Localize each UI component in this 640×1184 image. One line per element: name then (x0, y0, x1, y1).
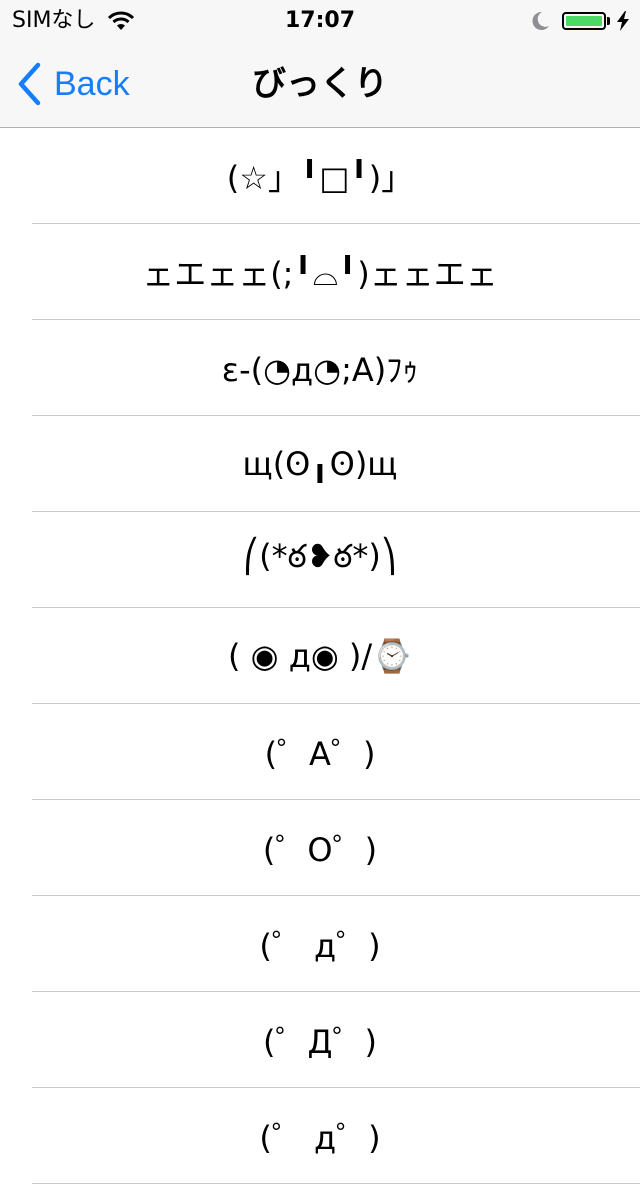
navigation-bar: Back びっくり (0, 40, 640, 128)
battery-icon (562, 12, 606, 30)
charging-bolt-icon (617, 11, 629, 31)
list-item-text: (゜Д゜) (263, 1023, 377, 1061)
list-item[interactable]: ェエェェ(;╹⌓╹)ェェエェ (0, 224, 640, 320)
list-item[interactable]: (゜Д゜) (0, 992, 640, 1088)
emoticon-list: (☆」╹□╹)」 ェエェェ(;╹⌓╹)ェェエェ ε-(◔д◔;A)ﾌｩ щ(ʘ╻… (0, 128, 640, 1184)
list-item[interactable]: ( ◉ д◉ )/⌚ (0, 608, 640, 704)
list-item[interactable]: (☆」╹□╹)」 (0, 128, 640, 224)
list-item[interactable]: щ(ʘ╻ʘ)щ (0, 416, 640, 512)
list-item-text: ェエェェ(;╹⌓╹)ェェエェ (142, 255, 498, 293)
moon-icon (532, 11, 549, 30)
battery-cap (607, 17, 610, 25)
list-item-text: щ(ʘ╻ʘ)щ (242, 445, 398, 483)
battery-fill (566, 16, 602, 26)
page-title: びっくり (252, 64, 388, 104)
list-item[interactable]: (゜ д゜) (0, 896, 640, 992)
status-right (530, 9, 630, 33)
top-bar: SIMなし 17:07 Back びっくり (0, 0, 640, 128)
list-item-text: (゜A゜) (264, 735, 376, 773)
list-item[interactable]: (゜ д゜) (0, 1088, 640, 1184)
list-item[interactable]: ε-(◔д◔;A)ﾌｩ (0, 320, 640, 416)
list-item[interactable]: (゜A゜) (0, 704, 640, 800)
list-item-text: ε-(◔д◔;A)ﾌｩ (221, 351, 419, 389)
list-item-text: (゜ д゜) (259, 1119, 381, 1157)
list-item-text: (゜O゜) (262, 831, 378, 869)
list-item-text: (゜ д゜) (259, 927, 381, 965)
list-item-text: ⎛(*ఠ❥ఠ*)⎞ (243, 537, 397, 575)
status-bar: SIMなし 17:07 (0, 0, 640, 40)
list-item-text: ( ◉ д◉ )/⌚ (227, 637, 413, 675)
list-item-text: (☆」╹□╹)」 (226, 159, 414, 197)
list-item[interactable]: ⎛(*ఠ❥ఠ*)⎞ (0, 512, 640, 608)
list-item[interactable]: (゜O゜) (0, 800, 640, 896)
